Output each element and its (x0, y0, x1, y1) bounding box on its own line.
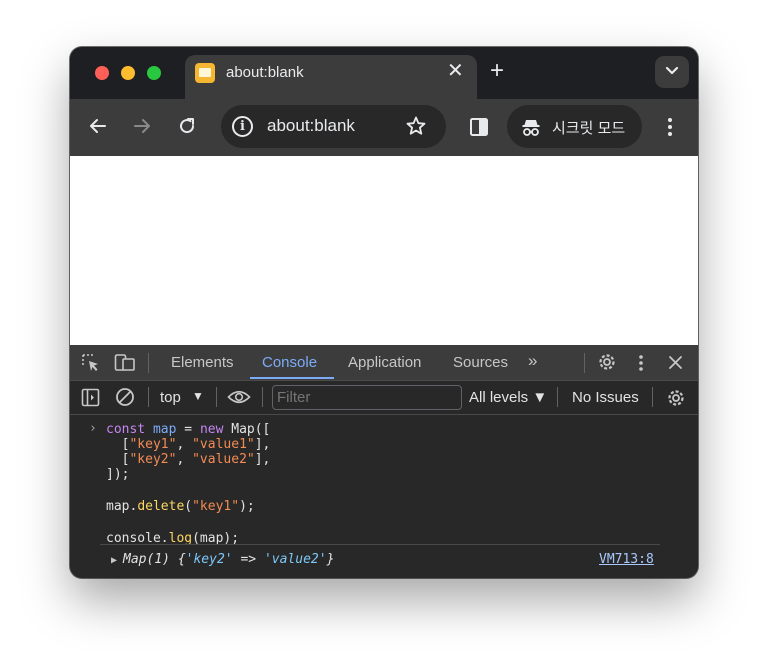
console-log-result[interactable]: ▶ Map(1) {'key2' => 'value2'} (111, 552, 334, 567)
source-location-link[interactable]: VM713:8 (599, 552, 654, 567)
code-token: Map([ (223, 422, 271, 437)
tab-sources[interactable]: Sources (453, 354, 508, 371)
code-token: ( (184, 499, 193, 514)
active-tab-indicator (250, 377, 334, 379)
address-url: about:blank (267, 116, 355, 135)
console-settings-gear-icon[interactable] (666, 388, 686, 408)
tabbar-divider (584, 353, 585, 373)
toolbar-divider (262, 387, 263, 407)
side-panel-icon[interactable] (469, 117, 489, 137)
result-arrow: => (232, 552, 264, 567)
code-token: ], (254, 452, 271, 467)
tab-close-icon[interactable]: ✕ (447, 61, 464, 81)
code-token: delete (137, 499, 185, 514)
console-code-line: map.delete("key1"); (106, 499, 255, 514)
console-code-line: ["key1", "value1"], (106, 437, 271, 452)
site-info-icon[interactable]: i (232, 116, 253, 137)
result-suffix: } (326, 552, 335, 567)
expand-triangle-icon[interactable]: ▶ (111, 555, 117, 566)
console-toolbar: top ▼ All levels ▼ No Issues (70, 381, 698, 415)
code-token: "value1" (192, 437, 255, 452)
tab-elements[interactable]: Elements (171, 354, 234, 371)
console-code-line: ["key2", "value2"], (106, 452, 271, 467)
log-levels-dropdown[interactable]: All levels ▼ (469, 389, 547, 406)
browser-toolbar: i about:blank 시크릿 모드 (70, 99, 698, 156)
toolbar-divider (148, 387, 149, 407)
console-output: › const map = new Map([ ["key1", "value1… (70, 415, 698, 578)
more-tabs-icon[interactable]: » (528, 351, 537, 371)
close-window-button[interactable] (95, 66, 109, 80)
inspect-element-icon[interactable] (81, 353, 101, 373)
browser-window: about:blank ✕ + i about:blank 시크릿 모드 Ele… (70, 47, 698, 578)
browser-menu-icon[interactable] (667, 116, 673, 138)
tab-title: about:blank (226, 64, 304, 81)
page-content (70, 156, 698, 345)
code-token: map. (106, 499, 138, 514)
result-key: 'key2' (185, 552, 233, 567)
code-token: ]); (106, 467, 130, 482)
console-filter-input[interactable] (272, 385, 462, 410)
console-prompt-icon: › (89, 421, 97, 436)
tab-search-button[interactable] (655, 56, 689, 88)
bookmark-star-icon[interactable] (405, 115, 427, 137)
console-message-divider (100, 544, 660, 545)
code-token: ); (239, 499, 255, 514)
incognito-label: 시크릿 모드 (552, 120, 626, 137)
devtools-tab-bar: Elements Console Application Sources » (70, 345, 698, 381)
settings-gear-icon[interactable] (597, 352, 617, 372)
toolbar-divider (557, 387, 558, 407)
console-code-line: const map = new Map([ (106, 422, 270, 437)
issues-counter[interactable]: No Issues (572, 389, 639, 406)
code-token: [ (106, 437, 130, 452)
devtools-menu-icon[interactable] (638, 353, 644, 373)
live-expression-eye-icon[interactable] (227, 389, 251, 405)
maximize-window-button[interactable] (147, 66, 161, 80)
tab-application[interactable]: Application (348, 354, 421, 371)
code-token: ], (254, 437, 271, 452)
incognito-icon (522, 120, 540, 136)
incognito-indicator[interactable]: 시크릿 모드 (507, 105, 642, 148)
code-token: new (199, 422, 224, 437)
code-token: "key2" (129, 452, 177, 467)
code-token: "key1" (129, 437, 177, 452)
devtools-panel: Elements Console Application Sources » t… (70, 345, 698, 578)
code-token: = (176, 422, 200, 437)
code-token: "key1" (192, 499, 240, 514)
result-prefix: Map(1) { (123, 552, 186, 567)
address-bar[interactable]: i about:blank (221, 105, 446, 148)
page-favicon-icon (195, 63, 215, 83)
code-token: const (106, 422, 146, 437)
chevron-down-icon (665, 66, 679, 75)
context-dropdown-arrow[interactable]: ▼ (192, 389, 204, 403)
minimize-window-button[interactable] (121, 66, 135, 80)
code-token: , (176, 437, 193, 452)
context-selector[interactable]: top (160, 389, 181, 406)
back-arrow-icon[interactable] (88, 116, 108, 136)
console-code-line: ]); (106, 467, 129, 482)
close-devtools-icon[interactable] (668, 355, 683, 370)
code-token: [ (106, 452, 130, 467)
browser-tab[interactable]: about:blank ✕ (185, 55, 477, 99)
code-token: map (152, 422, 177, 437)
new-tab-button[interactable]: + (490, 59, 504, 83)
code-token: "value2" (192, 452, 255, 467)
toolbar-divider (652, 387, 653, 407)
result-value: 'value2' (263, 552, 327, 567)
show-sidebar-icon[interactable] (81, 388, 100, 407)
toolbar-divider (216, 387, 217, 407)
forward-arrow-icon[interactable] (132, 116, 152, 136)
tab-strip: about:blank ✕ + (70, 47, 698, 99)
tab-console[interactable]: Console (262, 354, 317, 371)
clear-console-icon[interactable] (115, 387, 135, 407)
device-toolbar-icon[interactable] (114, 353, 136, 373)
tabbar-divider (148, 353, 149, 373)
reload-icon[interactable] (177, 116, 197, 136)
code-token: , (176, 452, 193, 467)
